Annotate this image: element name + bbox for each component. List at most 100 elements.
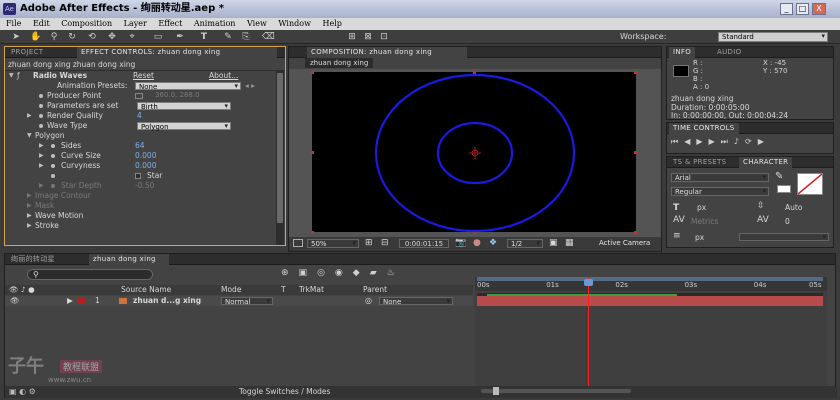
time-graph[interactable]: 00s 01s 02s 03s 04s 05s — [475, 277, 827, 386]
rectangle-tool-icon[interactable]: ▭ — [152, 31, 164, 43]
fill-color-swatch[interactable] — [777, 185, 791, 193]
expand-triangle-icon[interactable]: ▶ — [27, 111, 32, 121]
stopwatch-icon[interactable] — [51, 154, 55, 158]
maximize-button[interactable]: □ — [796, 3, 809, 15]
next-frame-icon[interactable]: ▶ — [709, 137, 721, 146]
eraser-tool-icon[interactable]: ⌫ — [262, 31, 275, 43]
comp-viewer[interactable] — [289, 69, 661, 237]
safe-zone-icon[interactable]: ⊟ — [381, 238, 389, 248]
comp-subtab[interactable]: zhuan dong xing — [305, 58, 374, 68]
draft-3d-icon[interactable]: ▣ — [299, 268, 318, 278]
menu-help[interactable]: Help — [322, 19, 341, 28]
playhead-handle[interactable] — [583, 279, 593, 286]
axis-world-icon[interactable]: ⊠ — [362, 31, 374, 43]
stopwatch-icon[interactable] — [51, 184, 55, 188]
menu-edit[interactable]: Edit — [33, 19, 50, 28]
expand-triangle-icon[interactable]: ▼ — [9, 71, 14, 81]
menu-effect[interactable]: Effect — [158, 19, 182, 28]
eyedropper-icon[interactable]: ✎ — [775, 171, 783, 182]
wave-type-dropdown[interactable]: Polygon — [137, 122, 231, 131]
toggle-switches-modes[interactable]: Toggle Switches / Modes — [239, 387, 330, 396]
tab-character[interactable]: CHARACTER — [739, 157, 793, 168]
expand-triangle-icon[interactable]: ▶ — [39, 161, 44, 171]
region-of-interest-icon[interactable]: ▣ — [549, 238, 558, 248]
track-xy-icon[interactable]: ✥ — [106, 31, 118, 43]
live-update-icon[interactable]: ◎ — [317, 268, 335, 278]
zoom-slider[interactable] — [481, 387, 631, 395]
col-mode[interactable]: Mode — [221, 285, 241, 295]
frame-blend-icon[interactable]: ▰ — [370, 268, 387, 278]
tab-info[interactable]: INFO — [669, 47, 696, 58]
render-quality-value[interactable]: 4 — [137, 111, 142, 121]
menu-file[interactable]: File — [6, 19, 21, 28]
stopwatch-icon[interactable] — [39, 114, 43, 118]
minimize-button[interactable]: _ — [780, 3, 793, 15]
last-frame-icon[interactable]: ⏭ — [721, 137, 734, 146]
layer-parent-dropdown[interactable]: None — [379, 297, 453, 306]
tab-effects-presets[interactable]: TS & PRESETS — [669, 157, 730, 168]
pen-tool-icon[interactable]: ✒ — [174, 31, 186, 43]
reset-link[interactable]: Reset — [133, 71, 154, 81]
first-frame-icon[interactable]: ⏮ — [671, 137, 684, 146]
collapse-triangle-icon[interactable]: ▼ — [27, 131, 32, 141]
active-camera-dropdown[interactable]: Active Camera — [599, 239, 661, 248]
clone-stamp-icon[interactable]: ⎘ — [240, 31, 252, 43]
axis-view-icon[interactable]: ⊡ — [378, 31, 390, 43]
comp-timecode[interactable]: 0:00:01:15 — [399, 239, 449, 248]
presets-dropdown[interactable]: None — [135, 82, 241, 91]
pickwhip-icon[interactable]: ◎ — [365, 296, 372, 306]
tracking-value[interactable]: 0 — [785, 217, 790, 226]
expand-triangle-icon[interactable]: ▶ — [39, 181, 44, 191]
orbit-camera-icon[interactable]: ⟲ — [86, 31, 98, 43]
layer-label-color[interactable] — [77, 298, 85, 304]
tab-time-controls[interactable]: TIME CONTROLS — [669, 123, 739, 134]
col-parent[interactable]: Parent — [363, 285, 387, 295]
zoom-tool-icon[interactable]: ⚲ — [48, 31, 60, 43]
menu-animation[interactable]: Animation — [194, 19, 236, 28]
snapshot-icon[interactable]: 📷 — [455, 238, 466, 248]
stopwatch-icon[interactable] — [39, 124, 43, 128]
expand-triangle-icon[interactable]: ▶ — [39, 151, 44, 161]
font-style-dropdown[interactable]: Regular — [671, 187, 769, 196]
params-set-dropdown[interactable]: Birth — [137, 102, 231, 111]
visibility-icon[interactable]: 👁 — [10, 296, 20, 306]
layer-mode-dropdown[interactable]: Normal — [221, 297, 273, 306]
stroke-width-unit[interactable]: px — [695, 233, 704, 242]
sides-value[interactable]: 64 — [135, 141, 145, 151]
stopwatch-icon[interactable] — [51, 164, 55, 168]
font-dropdown[interactable]: Arial — [671, 173, 769, 182]
menu-composition[interactable]: Composition — [61, 19, 112, 28]
playhead-line[interactable] — [583, 277, 593, 386]
about-link[interactable]: About... — [209, 71, 238, 81]
footer-toggle-icons[interactable]: ▣ ◐ ⚙ — [9, 387, 36, 396]
type-tool-icon[interactable]: T — [198, 31, 210, 43]
close-button[interactable]: X — [812, 3, 826, 15]
resolution-dropdown[interactable]: 1/2 — [507, 239, 543, 248]
expand-triangle-icon[interactable]: ▶ — [27, 211, 32, 221]
axis-local-icon[interactable]: ⊞ — [346, 31, 358, 43]
layer-name[interactable]: zhuan d...g xing — [133, 296, 201, 306]
grid-icon[interactable]: ⊞ — [365, 238, 373, 248]
col-trkmat[interactable]: TrkMat — [299, 285, 324, 295]
fx-badge-icon[interactable]: ƒ — [17, 71, 20, 81]
show-channel-icon[interactable]: ● — [473, 238, 481, 248]
selection-tool-icon[interactable]: ➤ — [10, 31, 22, 43]
menu-view[interactable]: View — [247, 19, 267, 28]
producer-point-value[interactable]: 360.0, 288.0 — [155, 91, 200, 101]
stopwatch-icon[interactable] — [39, 104, 43, 108]
comp-canvas[interactable] — [289, 69, 661, 237]
time-ruler[interactable]: 00s 01s 02s 03s 04s 05s — [475, 277, 827, 291]
layer-expand-icon[interactable]: ▶ — [67, 296, 73, 306]
play-icon[interactable]: ▶ — [696, 137, 708, 146]
menu-window[interactable]: Window — [278, 19, 311, 28]
stopwatch-icon[interactable] — [51, 174, 55, 178]
stroke-style-dropdown[interactable] — [739, 233, 829, 241]
tab-timeline-main[interactable]: 绚丽的转动星 — [7, 254, 87, 265]
crosshair-icon[interactable] — [135, 93, 143, 99]
timeline-search-input[interactable]: ⚲ — [27, 269, 153, 280]
brush-tool-icon[interactable]: ✎ — [222, 31, 234, 43]
layer-duration-bar[interactable] — [477, 296, 823, 306]
comp-flowchart-icon[interactable]: ⊕ — [281, 268, 299, 278]
expand-triangle-icon[interactable]: ▶ — [27, 221, 32, 231]
always-preview-icon[interactable] — [293, 239, 303, 247]
